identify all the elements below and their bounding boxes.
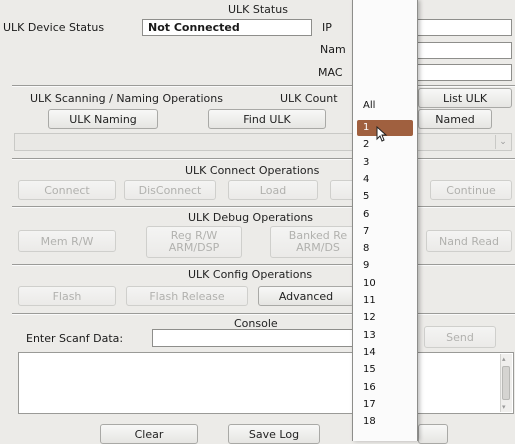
list-ulk-button[interactable]: List ULK	[418, 88, 512, 108]
separator	[12, 85, 515, 87]
scrollbar-thumb[interactable]	[502, 366, 510, 400]
ip-label: IP	[322, 21, 332, 34]
dropdown-option[interactable]: 9	[357, 258, 413, 274]
chevron-down-icon: ⌄	[495, 135, 510, 149]
scanf-label: Enter Scanf Data:	[26, 332, 124, 345]
connect-section-title: ULK Connect Operations	[185, 164, 320, 177]
find-ulk-button[interactable]: Find ULK	[208, 109, 326, 129]
dropdown-option[interactable]: 8	[357, 241, 413, 257]
dropdown-option[interactable]: 13	[357, 328, 413, 344]
flash-button[interactable]: Flash	[18, 286, 116, 306]
name-field[interactable]	[416, 42, 512, 59]
dropdown-option[interactable]: 15	[357, 362, 413, 378]
debug-section-title: ULK Debug Operations	[188, 211, 314, 224]
console-scrollbar[interactable]: ▴ ▾	[500, 354, 512, 412]
flash-release-button[interactable]: Flash Release	[126, 286, 248, 306]
dropdown-option[interactable]: 10	[357, 276, 413, 292]
separator	[12, 264, 515, 266]
mem-rw-button[interactable]: Mem R/W	[18, 230, 116, 252]
dropdown-option[interactable]: All	[357, 98, 413, 114]
ulk-select-combobox[interactable]: ⌄	[14, 133, 512, 151]
separator	[12, 206, 515, 208]
connect-button[interactable]: Connect	[18, 180, 116, 200]
config-section-title: ULK Config Operations	[188, 268, 313, 281]
dropdown-option[interactable]: 4	[357, 172, 413, 188]
dropdown-option[interactable]: 11	[357, 293, 413, 309]
mac-field[interactable]	[416, 64, 512, 81]
dropdown-option[interactable]: 7	[357, 224, 413, 240]
mac-label: MAC	[318, 66, 343, 79]
separator	[12, 313, 515, 315]
reg-rw-line2: ARM/DSP	[168, 241, 220, 254]
name-label: Nam	[320, 43, 346, 56]
banked-line2: ARM/DS	[296, 241, 340, 254]
clear-button[interactable]: Clear	[100, 424, 198, 444]
named-button[interactable]: Named	[418, 109, 492, 129]
dropdown-option[interactable]: 5	[357, 189, 413, 205]
scroll-up-icon[interactable]: ▴	[502, 355, 506, 363]
ulk-naming-button[interactable]: ULK Naming	[48, 109, 158, 129]
ulk-count-label: ULK Count	[280, 92, 338, 105]
console-output[interactable]: ▴ ▾	[18, 352, 514, 414]
dropdown-option[interactable]: 17	[357, 397, 413, 413]
save-log-button[interactable]: Save Log	[228, 424, 320, 444]
dropdown-option[interactable]: 14	[357, 345, 413, 361]
dropdown-option[interactable]: 6	[357, 207, 413, 223]
disconnect-button[interactable]: DisConnect	[124, 180, 216, 200]
dropdown-option[interactable]: 12	[357, 310, 413, 326]
device-status-value: Not Connected	[142, 19, 312, 36]
send-button[interactable]: Send	[424, 326, 496, 348]
dropdown-option[interactable]: 16	[357, 380, 413, 396]
reg-rw-button[interactable]: Reg R/W ARM/DSP	[146, 226, 242, 258]
ulk-count-dropdown-list[interactable]: All 1 2 3 4 5 6 7 8 9 10 11 12 13 14 15 16 17 18	[352, 0, 418, 441]
load-button[interactable]: Load	[228, 180, 318, 200]
dropdown-option[interactable]: 3	[357, 155, 413, 171]
nand-read-button[interactable]: Nand Read	[426, 230, 512, 252]
continue-button[interactable]: Continue	[430, 180, 512, 200]
status-section-title: ULK Status	[228, 3, 288, 16]
scanf-input[interactable]	[152, 329, 362, 347]
scanning-section-title: ULK Scanning / Naming Operations	[30, 92, 223, 105]
scroll-down-icon[interactable]: ▾	[502, 403, 506, 411]
separator	[12, 158, 515, 160]
hidden-console-button[interactable]	[418, 424, 448, 444]
dropdown-option[interactable]: 18	[357, 414, 413, 430]
advanced-button[interactable]: Advanced	[258, 286, 354, 306]
ip-field[interactable]	[416, 19, 512, 36]
device-status-label: ULK Device Status	[3, 21, 105, 34]
mouse-cursor-icon	[376, 125, 388, 142]
